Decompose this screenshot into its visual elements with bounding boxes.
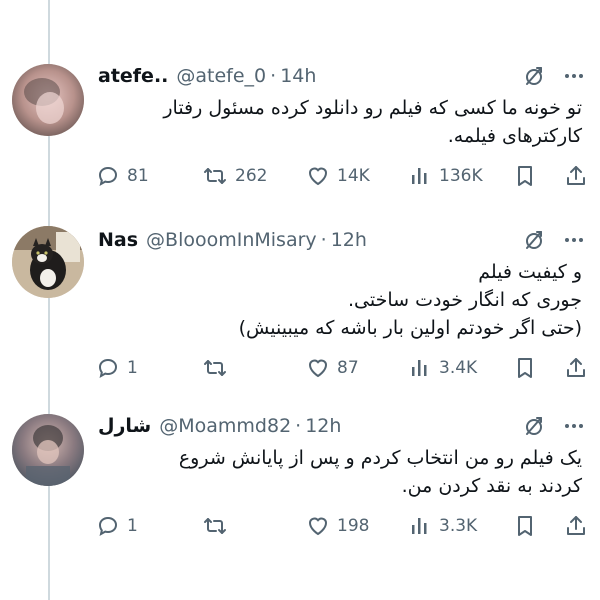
reply-icon: [96, 164, 120, 188]
retweet-button[interactable]: 262: [202, 164, 267, 188]
bookmark-icon: [513, 164, 537, 188]
timestamp[interactable]: 14h: [280, 65, 316, 87]
retweet-icon: [202, 164, 228, 188]
like-icon: [306, 356, 330, 380]
views-count: 3.3K: [439, 516, 478, 536]
tweet-text: و کیفیت فیلم جوری که انگار خودت ساختی. (…: [98, 258, 582, 342]
display-name[interactable]: Nas: [98, 229, 138, 251]
bookmark-button[interactable]: [513, 356, 537, 380]
separator: ·: [295, 415, 302, 437]
mute-icon[interactable]: [522, 64, 546, 88]
share-icon: [564, 164, 588, 188]
reply-icon: [96, 356, 120, 380]
username[interactable]: @Moammd82: [159, 415, 291, 437]
action-bar: 1 87 3.4K: [96, 353, 592, 383]
separator: ·: [320, 229, 327, 251]
reply-count: 81: [127, 166, 149, 186]
username[interactable]: @atefe_0: [176, 65, 266, 87]
tweet[interactable]: Nas @BlooomInMisary · 12h و کیفیت فیلم ج…: [0, 222, 600, 392]
tweet-text: یک فیلم رو من انتخاب کردم و پس از پایانش…: [98, 444, 582, 500]
avatar[interactable]: [12, 414, 84, 486]
separator: ·: [270, 65, 277, 87]
tweet-text-line: و کیفیت فیلم: [478, 261, 582, 283]
like-button[interactable]: 198: [306, 514, 369, 538]
retweet-icon: [202, 356, 228, 380]
action-bar: 81 262 14K 136K: [96, 161, 592, 191]
retweet-count: 262: [235, 166, 268, 186]
views-count: 136K: [439, 166, 483, 186]
share-icon: [564, 356, 588, 380]
mute-icon[interactable]: [522, 414, 546, 438]
bookmark-icon: [513, 514, 537, 538]
like-icon: [306, 514, 330, 538]
tweet-text-line: یک فیلم رو من انتخاب کردم و پس از پایانش…: [178, 447, 582, 469]
display-name[interactable]: شارل: [98, 415, 151, 437]
avatar[interactable]: [12, 64, 84, 136]
tweet-header: Nas @BlooomInMisary · 12h: [98, 224, 586, 256]
tweet-text-line: (حتی اگر خودتم اولین بار باشه که میبینیش…: [238, 317, 582, 339]
share-icon: [564, 514, 588, 538]
more-icon[interactable]: [562, 64, 586, 88]
like-count: 198: [337, 516, 370, 536]
tweet-text-line: تو خونه ما کسی که فیلم رو دانلود کرده مس…: [163, 97, 582, 119]
like-icon: [306, 164, 330, 188]
views-icon: [410, 164, 432, 188]
reply-button[interactable]: 81: [96, 164, 149, 188]
like-count: 14K: [337, 166, 370, 186]
reply-count: 1: [127, 358, 138, 378]
username[interactable]: @BlooomInMisary: [146, 229, 317, 251]
reply-button[interactable]: 1: [96, 514, 138, 538]
views-icon: [410, 356, 432, 380]
bookmark-button[interactable]: [513, 164, 537, 188]
retweet-button[interactable]: [202, 356, 235, 380]
timestamp[interactable]: 12h: [305, 415, 341, 437]
avatar[interactable]: [12, 226, 84, 298]
views-count: 3.4K: [439, 358, 478, 378]
tweet-header: شارل @Moammd82 · 12h: [98, 410, 586, 442]
action-bar: 1 198 3.3K: [96, 511, 592, 541]
reply-count: 1: [127, 516, 138, 536]
views-icon: [410, 514, 432, 538]
reply-button[interactable]: 1: [96, 356, 138, 380]
retweet-button[interactable]: [202, 514, 235, 538]
tweet[interactable]: شارل @Moammd82 · 12h یک فیلم رو من انتخا…: [0, 408, 600, 558]
share-button[interactable]: [564, 164, 588, 188]
views-button[interactable]: 3.3K: [410, 514, 477, 538]
views-button[interactable]: 136K: [410, 164, 483, 188]
tweet[interactable]: atefe.. @atefe_0 · 14h تو خونه ما کسی که…: [0, 58, 600, 198]
timestamp[interactable]: 12h: [331, 229, 367, 251]
more-icon[interactable]: [562, 228, 586, 252]
reply-icon: [96, 514, 120, 538]
like-button[interactable]: 14K: [306, 164, 370, 188]
tweet-text-line: کارکترهای فیلمه.: [447, 125, 582, 147]
views-button[interactable]: 3.4K: [410, 356, 477, 380]
share-button[interactable]: [564, 356, 588, 380]
retweet-icon: [202, 514, 228, 538]
like-count: 87: [337, 358, 359, 378]
mute-icon[interactable]: [522, 228, 546, 252]
tweet-header: atefe.. @atefe_0 · 14h: [98, 60, 586, 92]
share-button[interactable]: [564, 514, 588, 538]
display-name[interactable]: atefe..: [98, 65, 168, 87]
bookmark-icon: [513, 356, 537, 380]
bookmark-button[interactable]: [513, 514, 537, 538]
tweet-text-line: جوری که انگار خودت ساختی.: [348, 289, 582, 311]
tweet-text: تو خونه ما کسی که فیلم رو دانلود کرده مس…: [98, 94, 582, 150]
more-icon[interactable]: [562, 414, 586, 438]
tweet-text-line: کردند به نقد کردن من.: [401, 475, 582, 497]
like-button[interactable]: 87: [306, 356, 359, 380]
